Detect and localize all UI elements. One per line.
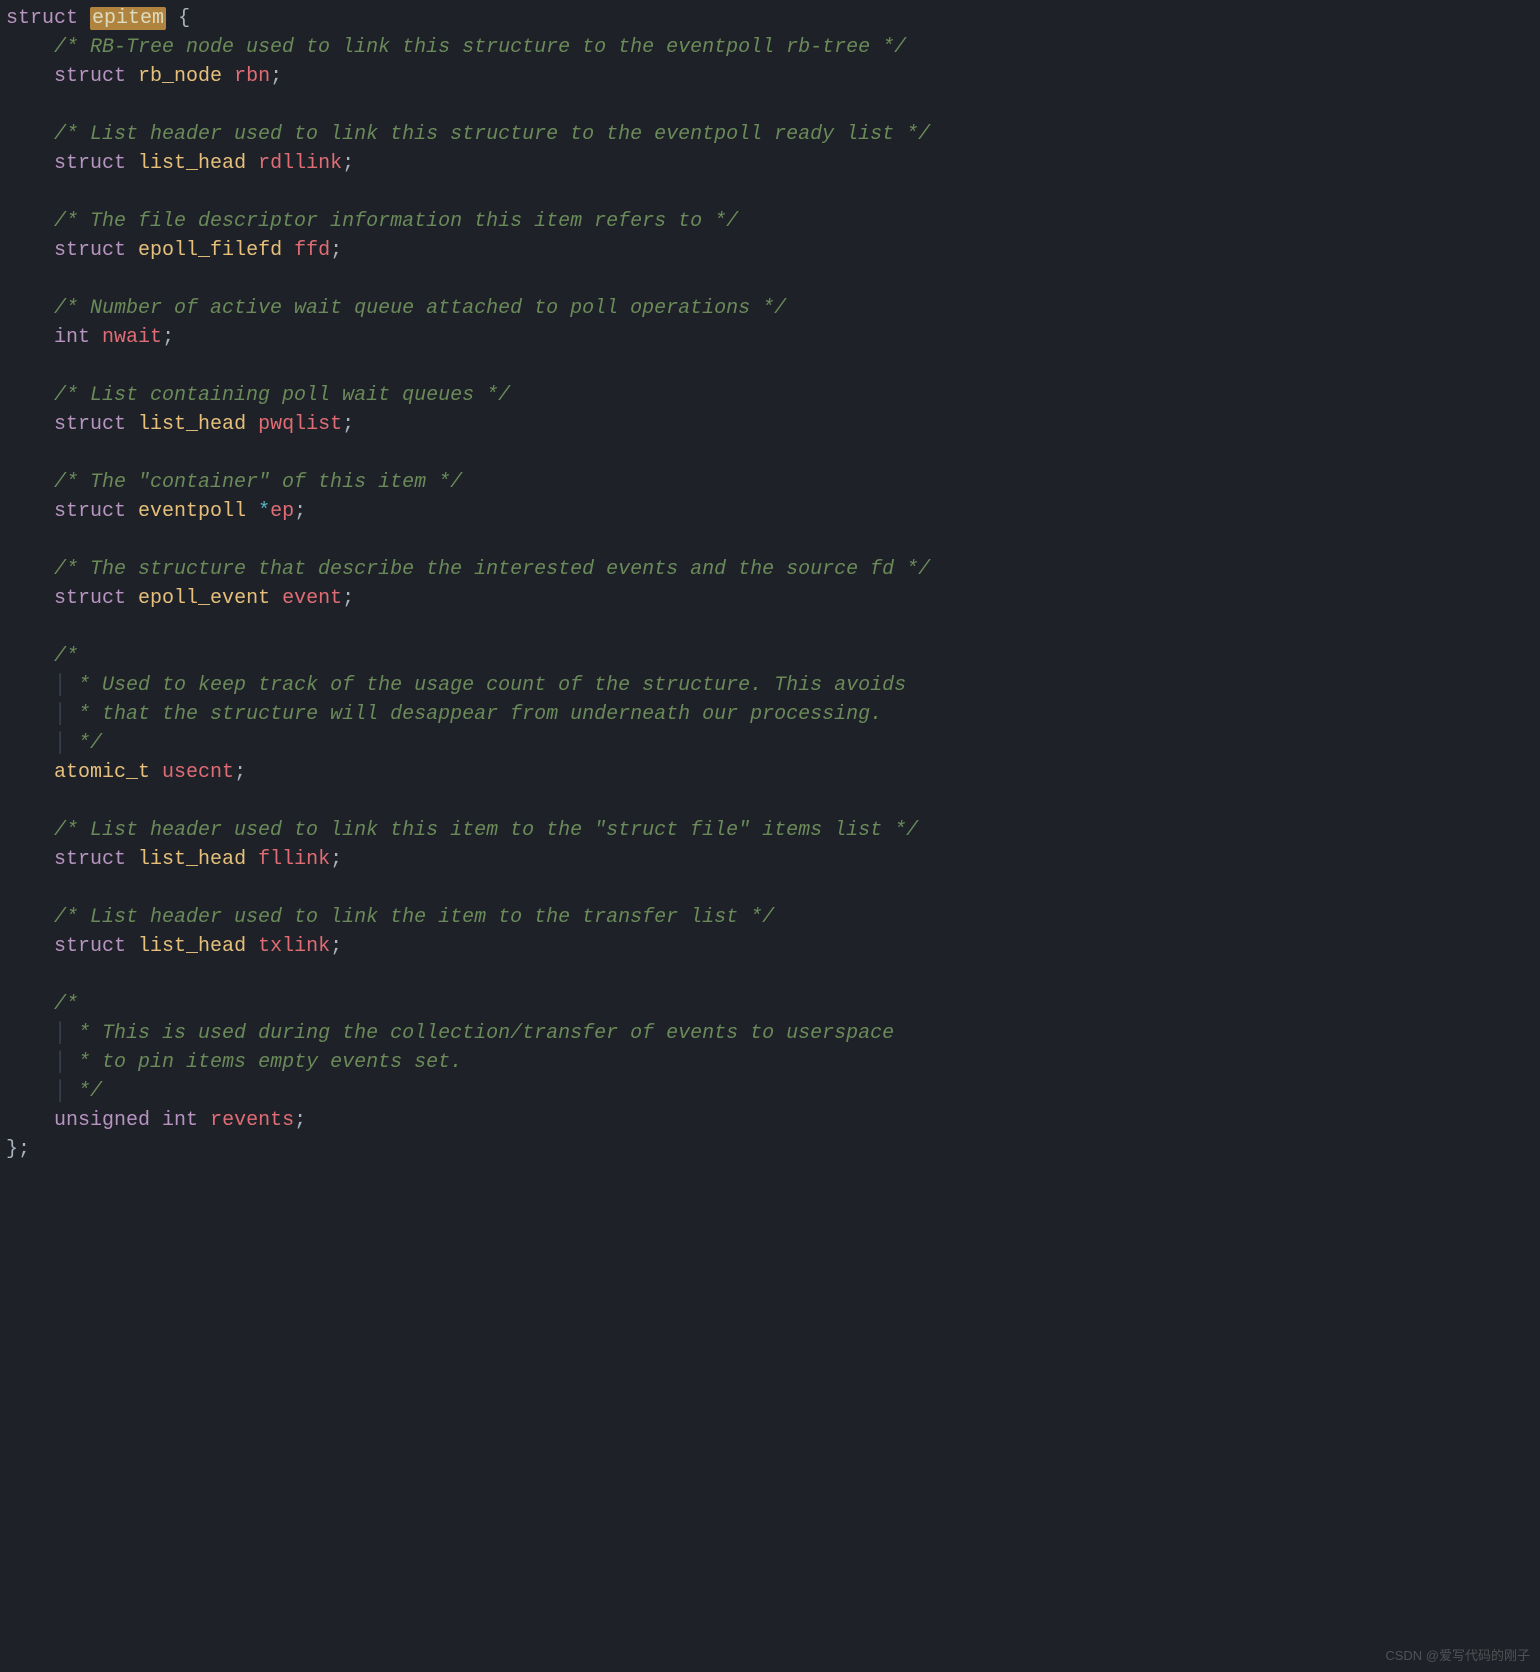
comment: /* List header used to link this structu… bbox=[54, 123, 930, 146]
keyword-struct: struct bbox=[6, 7, 78, 30]
brace-open: { bbox=[178, 7, 190, 30]
semicolon: ; bbox=[162, 326, 174, 349]
comment: * to pin items empty events set. bbox=[66, 1051, 462, 1074]
field: revents bbox=[210, 1109, 294, 1132]
watermark: CSDN @爱写代码的刚子 bbox=[1385, 1647, 1530, 1666]
brace-close: }; bbox=[6, 1138, 30, 1161]
comment: /* The file descriptor information this … bbox=[54, 210, 738, 233]
struct-name: epitem bbox=[90, 7, 166, 30]
type: list_head bbox=[138, 935, 246, 958]
keyword-struct: struct bbox=[54, 935, 126, 958]
comment: /* The structure that describe the inter… bbox=[54, 558, 930, 581]
code-block: struct epitem { /* RB-Tree node used to … bbox=[0, 0, 1540, 1170]
semicolon: ; bbox=[342, 152, 354, 175]
comment: /* List containing poll wait queues */ bbox=[54, 384, 510, 407]
comment: /* The "container" of this item */ bbox=[54, 471, 462, 494]
semicolon: ; bbox=[270, 65, 282, 88]
block-bar: │ bbox=[54, 1080, 66, 1103]
semicolon: ; bbox=[234, 761, 246, 784]
field: ep bbox=[270, 500, 294, 523]
type: epoll_filefd bbox=[138, 239, 282, 262]
keyword-int: int bbox=[54, 326, 90, 349]
keyword-struct: struct bbox=[54, 500, 126, 523]
keyword-struct: struct bbox=[54, 413, 126, 436]
type: rb_node bbox=[138, 65, 222, 88]
field: pwqlist bbox=[258, 413, 342, 436]
comment: * that the structure will desappear from… bbox=[66, 703, 882, 726]
keyword-struct: struct bbox=[54, 152, 126, 175]
keyword-struct: struct bbox=[54, 848, 126, 871]
keyword-struct: struct bbox=[54, 587, 126, 610]
field: nwait bbox=[102, 326, 162, 349]
comment: /* Number of active wait queue attached … bbox=[54, 297, 786, 320]
keyword-int: int bbox=[162, 1109, 198, 1132]
comment: */ bbox=[66, 732, 102, 755]
field: ffd bbox=[294, 239, 330, 262]
field: rbn bbox=[234, 65, 270, 88]
semicolon: ; bbox=[294, 500, 306, 523]
field: fllink bbox=[258, 848, 330, 871]
block-bar: │ bbox=[54, 1051, 66, 1074]
comment: /* List header used to link the item to … bbox=[54, 906, 774, 929]
field: usecnt bbox=[162, 761, 234, 784]
block-bar: │ bbox=[54, 1022, 66, 1045]
semicolon: ; bbox=[294, 1109, 306, 1132]
semicolon: ; bbox=[330, 848, 342, 871]
comment: /* RB-Tree node used to link this struct… bbox=[54, 36, 906, 59]
type: list_head bbox=[138, 152, 246, 175]
type: list_head bbox=[138, 848, 246, 871]
semicolon: ; bbox=[330, 935, 342, 958]
type: list_head bbox=[138, 413, 246, 436]
comment: * This is used during the collection/tra… bbox=[66, 1022, 894, 1045]
comment: */ bbox=[66, 1080, 102, 1103]
block-bar: │ bbox=[54, 674, 66, 697]
type: atomic_t bbox=[54, 761, 150, 784]
type: epoll_event bbox=[138, 587, 270, 610]
keyword-struct: struct bbox=[54, 239, 126, 262]
comment: * Used to keep track of the usage count … bbox=[66, 674, 906, 697]
comment: /* bbox=[54, 993, 78, 1016]
comment: /* bbox=[54, 645, 78, 668]
field: rdllink bbox=[258, 152, 342, 175]
semicolon: ; bbox=[330, 239, 342, 262]
block-bar: │ bbox=[54, 732, 66, 755]
field: event bbox=[282, 587, 342, 610]
keyword-struct: struct bbox=[54, 65, 126, 88]
comment: /* List header used to link this item to… bbox=[54, 819, 918, 842]
type: eventpoll bbox=[138, 500, 246, 523]
field: txlink bbox=[258, 935, 330, 958]
block-bar: │ bbox=[54, 703, 66, 726]
keyword-unsigned: unsigned bbox=[54, 1109, 150, 1132]
pointer-star: * bbox=[258, 500, 270, 523]
semicolon: ; bbox=[342, 413, 354, 436]
semicolon: ; bbox=[342, 587, 354, 610]
